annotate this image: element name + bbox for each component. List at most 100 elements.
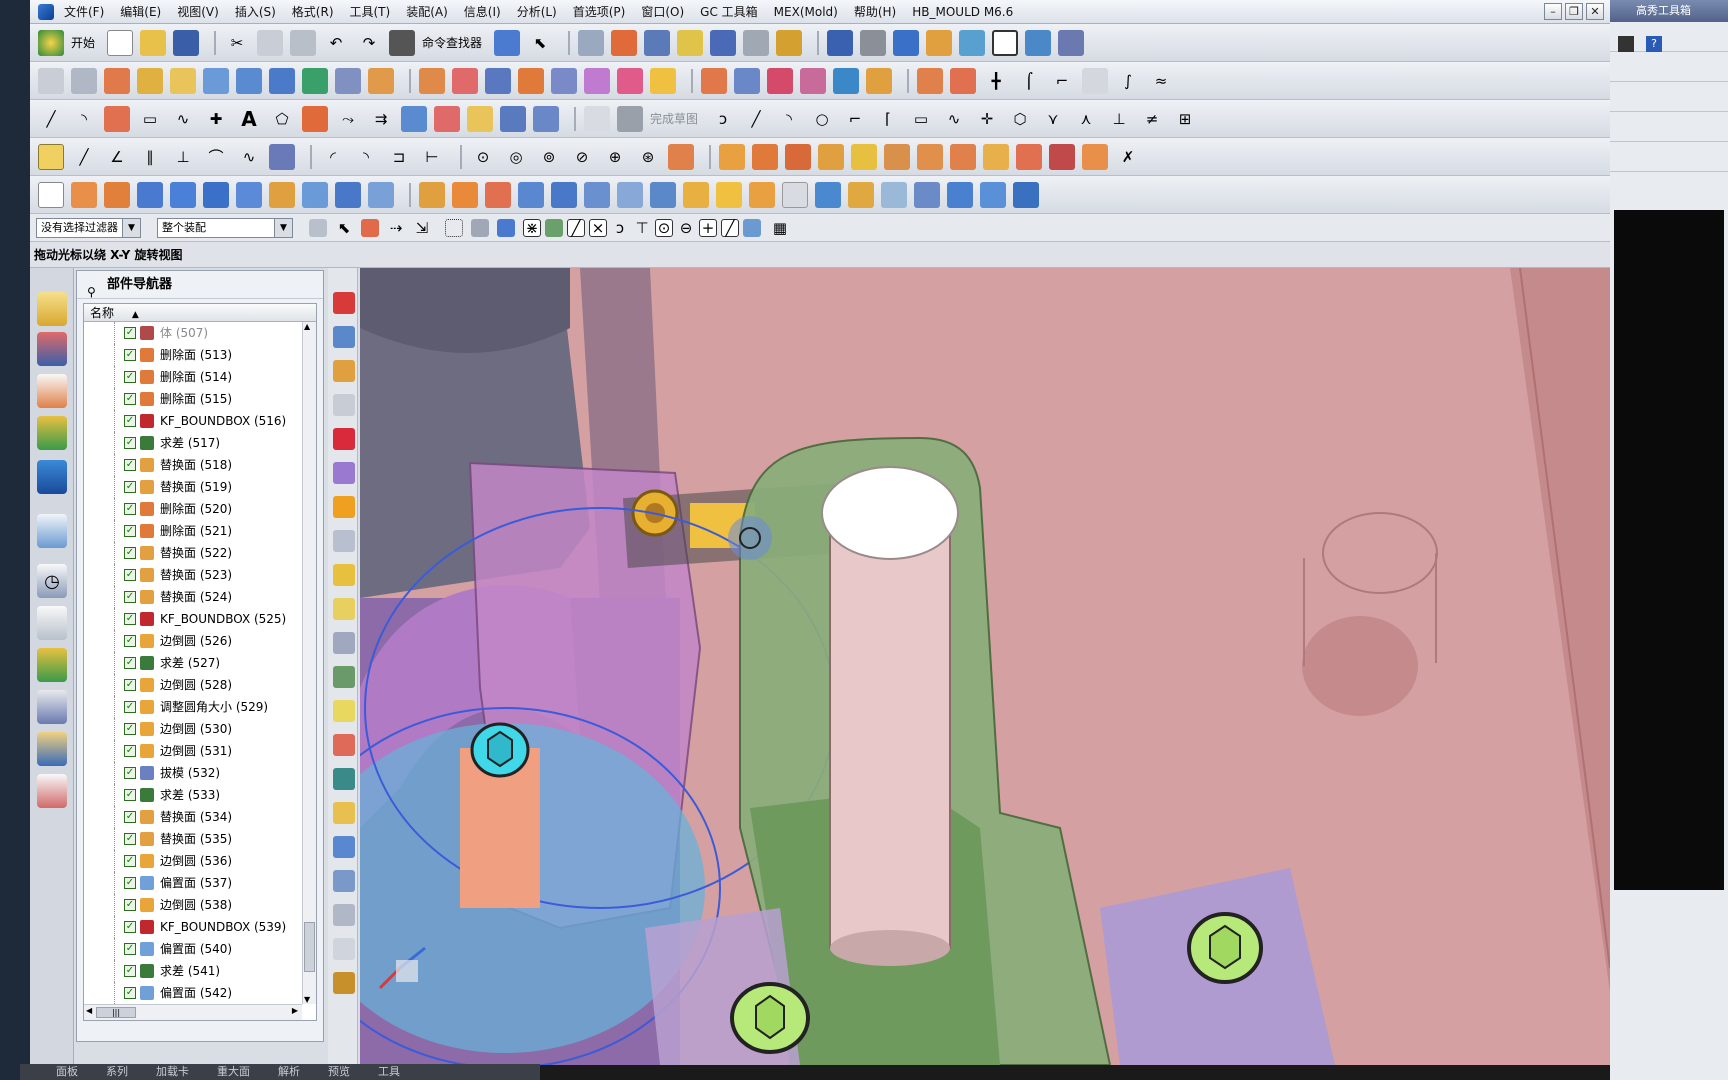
copy-icon[interactable]: [257, 29, 284, 56]
chamfer-icon[interactable]: ⌈: [875, 106, 901, 132]
bottom-tab[interactable]: 加载卡: [156, 1064, 189, 1080]
ruler-icon[interactable]: [776, 29, 803, 56]
vertical-tool-icon-1[interactable]: [333, 292, 355, 314]
visibility-checkbox[interactable]: ✓: [124, 415, 136, 427]
vertical-tool-icon-6[interactable]: [333, 462, 355, 484]
navigator-row[interactable]: ✓ 删除面 (515): [84, 388, 316, 410]
vertical-tool-icon-18[interactable]: [333, 870, 355, 892]
studio-spline-icon[interactable]: ∿: [941, 106, 967, 132]
snap-line-icon[interactable]: ╱: [71, 144, 97, 170]
visibility-checkbox[interactable]: ✓: [124, 723, 136, 735]
surface-icon-11[interactable]: [368, 67, 394, 94]
rectangle-select-icon[interactable]: [445, 218, 463, 237]
menu-tools[interactable]: 工具(T): [350, 3, 391, 20]
mirror-body-icon[interactable]: [815, 181, 841, 208]
sketch-rectangle-icon[interactable]: ▭: [908, 106, 934, 132]
fit-view-icon[interactable]: [827, 29, 854, 56]
navigator-row[interactable]: ✓ 偏置面 (540): [84, 938, 316, 960]
secondary-graphics-pane[interactable]: [1614, 210, 1724, 890]
split-body-icon[interactable]: [551, 181, 577, 208]
navigator-row[interactable]: ✓ 求差 (517): [84, 432, 316, 454]
surface-icon-19[interactable]: [650, 67, 676, 94]
chevron-down-icon[interactable]: ▼: [122, 218, 140, 237]
feature-icon-13[interactable]: ✗: [1115, 144, 1141, 170]
vertical-tool-icon-20[interactable]: [333, 938, 355, 960]
scroll-down-icon[interactable]: ▼: [304, 995, 310, 1004]
text-icon[interactable]: A: [236, 106, 262, 132]
layer-icon[interactable]: [578, 29, 605, 56]
navigator-row[interactable]: ✓ 删除面 (514): [84, 366, 316, 388]
snap-point-on-face-icon[interactable]: [743, 218, 761, 237]
visibility-checkbox[interactable]: ✓: [124, 679, 136, 691]
curve-icon-8[interactable]: ≈: [1148, 68, 1174, 94]
snap-on-curve-icon[interactable]: ⊘: [569, 144, 595, 170]
surface-icon-16[interactable]: [551, 67, 577, 94]
pattern-icon[interactable]: [434, 105, 460, 132]
feature-icon-4[interactable]: [818, 143, 844, 170]
surface-icon-17[interactable]: [584, 67, 610, 94]
finish-sketch-icon[interactable]: [617, 105, 643, 132]
sketch-arc-icon[interactable]: ◝: [776, 106, 802, 132]
surface-icon-20[interactable]: [701, 67, 727, 94]
navigator-row[interactable]: ✓ 边倒圆 (538): [84, 894, 316, 916]
clock-icon[interactable]: ◷: [37, 564, 67, 598]
sketch-line-icon[interactable]: ╱: [743, 106, 769, 132]
chamfer-solid-icon[interactable]: [617, 181, 643, 208]
fillet-icon[interactable]: ⌐: [842, 106, 868, 132]
minimize-button[interactable]: –: [1544, 3, 1562, 20]
feature-icon-3[interactable]: [785, 143, 811, 170]
spline-icon[interactable]: ∿: [170, 106, 196, 132]
system-scenes-icon[interactable]: [37, 774, 67, 808]
scroll-up-icon[interactable]: ▲: [304, 322, 310, 331]
vertical-tool-icon-7[interactable]: [333, 496, 355, 518]
surface-icon-13[interactable]: [452, 67, 478, 94]
feature-icon-1[interactable]: [719, 143, 745, 170]
intersect-solid-icon[interactable]: [485, 181, 511, 208]
visibility-checkbox[interactable]: ✓: [124, 811, 136, 823]
snap-center-point-icon[interactable]: ⊙: [655, 218, 673, 237]
surface-icon-3[interactable]: [104, 67, 130, 94]
curve-icon-3[interactable]: ╋: [983, 68, 1009, 94]
bottom-tab[interactable]: 解析: [278, 1064, 300, 1080]
vertical-tool-icon-21[interactable]: [333, 972, 355, 994]
vertical-tool-icon-17[interactable]: [333, 836, 355, 858]
snap-bounded-icon[interactable]: [668, 143, 694, 170]
analysis-icon[interactable]: [677, 29, 704, 56]
point-icon[interactable]: ✚: [203, 106, 229, 132]
snap-point-on-curve-icon[interactable]: ╱: [721, 218, 739, 237]
surface-icon-5[interactable]: [170, 67, 196, 94]
visibility-checkbox[interactable]: ✓: [124, 459, 136, 471]
mirror-icon[interactable]: [401, 105, 427, 132]
filter-reset-icon[interactable]: [309, 218, 327, 237]
select-body-icon[interactable]: [497, 218, 515, 237]
navigator-row[interactable]: ✓ 边倒圆 (531): [84, 740, 316, 762]
navigator-row[interactable]: ✓ 替换面 (523): [84, 564, 316, 586]
snap-angle-icon[interactable]: ∠: [104, 144, 130, 170]
visibility-checkbox[interactable]: ✓: [124, 899, 136, 911]
column-header-name[interactable]: 名称 ▲: [84, 304, 316, 322]
visibility-checkbox[interactable]: ✓: [124, 767, 136, 779]
visibility-checkbox[interactable]: ✓: [124, 481, 136, 493]
snap-curve-icon[interactable]: ∿: [236, 144, 262, 170]
navigator-row[interactable]: ✓ 替换面 (522): [84, 542, 316, 564]
navigator-row[interactable]: ✓ KF_BOUNDBOX (539): [84, 916, 316, 938]
navigator-row[interactable]: ✓ 边倒圆 (530): [84, 718, 316, 740]
process-studio-icon[interactable]: [37, 648, 67, 682]
navigator-vertical-scrollbar[interactable]: ▲ ▼: [302, 322, 316, 1004]
derived-icon[interactable]: [533, 105, 559, 132]
menu-view[interactable]: 视图(V): [177, 3, 219, 20]
surface-icon-18[interactable]: [617, 67, 643, 94]
sketch-point-icon[interactable]: ✛: [974, 106, 1000, 132]
navigator-row[interactable]: ✓ 偏置面 (537): [84, 872, 316, 894]
bottom-tab[interactable]: 面板: [56, 1064, 78, 1080]
visibility-checkbox[interactable]: ✓: [124, 613, 136, 625]
cylinder-icon[interactable]: [170, 181, 196, 208]
surface-icon-9[interactable]: [302, 67, 328, 94]
visibility-checkbox[interactable]: ✓: [124, 569, 136, 581]
visibility-checkbox[interactable]: ✓: [124, 349, 136, 361]
menu-analysis[interactable]: 分析(L): [517, 3, 557, 20]
feature-icon-11[interactable]: [1049, 143, 1075, 170]
feature-icon-10[interactable]: [1016, 143, 1042, 170]
make-corner-icon[interactable]: ⊥: [1106, 106, 1132, 132]
extrude-icon[interactable]: [71, 181, 97, 208]
